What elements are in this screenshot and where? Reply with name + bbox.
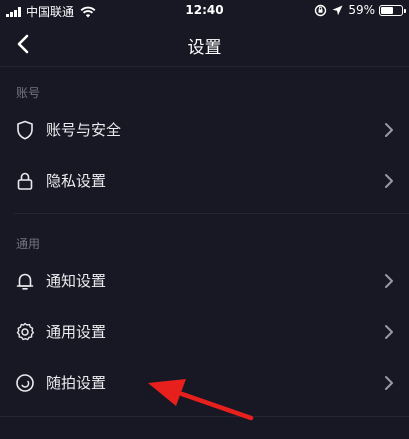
lock-icon [17, 172, 33, 190]
section-divider [14, 213, 409, 214]
settings-item-label: 通知设置 [46, 272, 107, 290]
settings-item-label: 隐私设置 [46, 172, 107, 190]
settings-item-quick-shot[interactable]: 随拍设置 [0, 358, 409, 408]
status-right: 59% [314, 3, 406, 17]
settings-item-general[interactable]: 通用设置 [0, 307, 409, 357]
section-label-general: 通用 [16, 237, 41, 251]
chevron-right-icon [385, 376, 393, 390]
chevron-right-icon [385, 325, 393, 339]
shield-icon [17, 120, 33, 140]
nav-bar: 设置 [0, 22, 409, 66]
location-arrow-icon [332, 5, 343, 15]
page-title: 设置 [187, 38, 222, 58]
camera-circle-icon [16, 374, 34, 392]
bell-icon [16, 273, 34, 290]
chevron-right-icon [385, 174, 393, 188]
settings-item-label: 账号与安全 [46, 121, 122, 139]
chevron-right-icon [385, 274, 393, 288]
settings-item-label: 随拍设置 [46, 374, 107, 392]
battery-icon [379, 4, 406, 16]
section-divider [0, 416, 409, 417]
battery-percent: 59% [348, 3, 375, 17]
orientation-lock-icon [315, 4, 327, 16]
header-divider [0, 66, 409, 67]
section-label-account: 账号 [16, 86, 41, 100]
settings-item-privacy[interactable]: 隐私设置 [0, 156, 409, 206]
settings-item-label: 通用设置 [46, 323, 107, 341]
gear-icon [16, 322, 34, 341]
settings-item-notifications[interactable]: 通知设置 [0, 256, 409, 306]
chevron-right-icon [385, 123, 393, 137]
status-bar: 中国联通 12:40 59% [0, 0, 409, 22]
settings-item-account-security[interactable]: 账号与安全 [0, 105, 409, 155]
